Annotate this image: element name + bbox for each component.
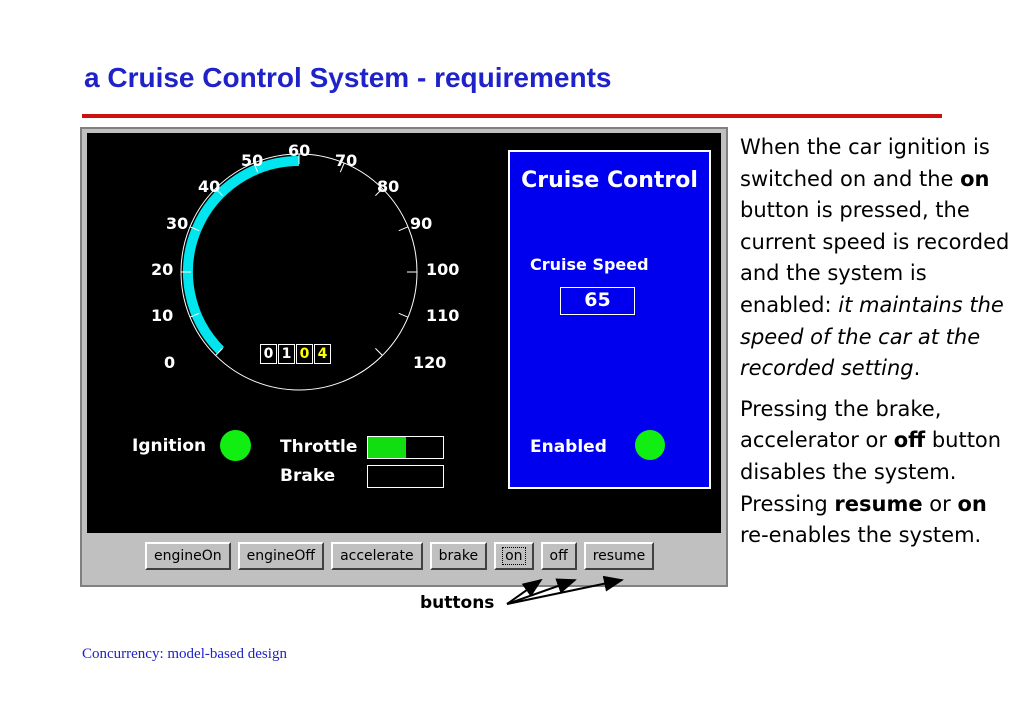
slide-footer: Concurrency: model-based design xyxy=(82,646,287,662)
brake-button[interactable]: brake xyxy=(429,542,488,570)
cruise-control-title: Cruise Control xyxy=(521,168,698,193)
dial-label-100: 100 xyxy=(426,260,460,279)
odometer: 0 1 0 4 xyxy=(260,344,331,364)
text-run-bold: on xyxy=(960,166,990,191)
dial-label-0: 0 xyxy=(164,353,176,372)
slide-title: a Cruise Control System - requirements xyxy=(84,62,612,93)
throttle-bar-fill xyxy=(368,437,406,458)
enabled-label: Enabled xyxy=(530,437,607,457)
cruise-speed-value: 65 xyxy=(560,287,635,315)
dial-label-60: 60 xyxy=(288,141,311,160)
accelerate-button[interactable]: accelerate xyxy=(331,542,423,570)
brake-bar xyxy=(367,465,444,488)
dial-label-120: 120 xyxy=(413,353,447,372)
dial-label-30: 30 xyxy=(166,214,189,233)
requirements-paragraph-2: Pressing the brake, accelerator or off b… xyxy=(740,394,1018,552)
throttle-bar xyxy=(367,436,444,459)
text-run: re-enables the system. xyxy=(740,523,982,548)
engine-off-button[interactable]: engineOff xyxy=(237,542,325,570)
odometer-digit: 0 xyxy=(260,344,277,364)
title-rule xyxy=(82,114,942,118)
off-button[interactable]: off xyxy=(540,542,577,570)
ignition-indicator-light xyxy=(220,430,251,461)
control-button-row: engineOn engineOff accelerate brake on o… xyxy=(145,542,661,572)
applet-canvas: 0 10 20 30 40 50 60 70 80 90 100 110 120… xyxy=(87,133,721,533)
cruise-control-panel: Cruise Control Cruise Speed 65 Enabled xyxy=(508,150,711,489)
buttons-callout-label: buttons xyxy=(420,593,495,613)
text-run: When the car ignition is switched on and… xyxy=(740,135,990,191)
text-run-bold: on xyxy=(957,491,987,516)
dial-tick xyxy=(398,312,409,318)
odometer-digit: 4 xyxy=(314,344,331,364)
cruise-speed-label: Cruise Speed xyxy=(530,255,649,274)
text-run-bold: resume xyxy=(834,491,923,516)
resume-button[interactable]: resume xyxy=(583,542,655,570)
ignition-label: Ignition xyxy=(132,436,207,456)
odometer-digit: 1 xyxy=(278,344,295,364)
text-run: or xyxy=(922,491,958,516)
dial-label-20: 20 xyxy=(151,260,174,279)
on-button-label: on xyxy=(502,547,526,565)
dial-label-80: 80 xyxy=(377,177,400,196)
text-run-bold: off xyxy=(893,428,926,453)
brake-label: Brake xyxy=(280,466,336,486)
text-run: . xyxy=(913,356,921,381)
dial-label-90: 90 xyxy=(410,214,433,233)
odometer-digit: 0 xyxy=(296,344,313,364)
enabled-indicator-light xyxy=(635,430,665,460)
requirements-text: When the car ignition is switched on and… xyxy=(740,132,1018,561)
dial-label-10: 10 xyxy=(151,306,174,325)
dial-tick xyxy=(375,348,383,356)
on-button[interactable]: on xyxy=(494,542,534,570)
dial-label-70: 70 xyxy=(335,151,358,170)
dial-label-40: 40 xyxy=(198,177,221,196)
dial-tick xyxy=(398,226,409,232)
requirements-paragraph-1: When the car ignition is switched on and… xyxy=(740,132,1018,385)
engine-on-button[interactable]: engineOn xyxy=(145,542,231,570)
throttle-label: Throttle xyxy=(280,437,358,457)
dial-label-110: 110 xyxy=(426,306,460,325)
dial-label-50: 50 xyxy=(241,151,264,170)
